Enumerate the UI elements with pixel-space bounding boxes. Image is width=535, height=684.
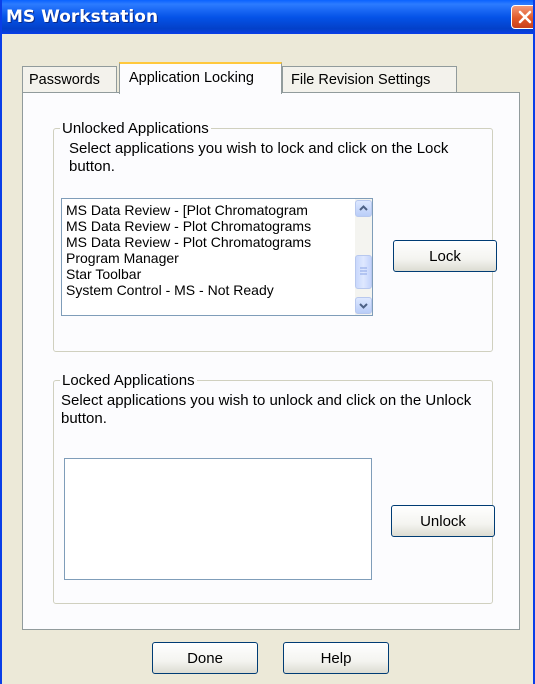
tab-passwords-label: Passwords [29, 72, 100, 88]
help-button[interactable]: Help [283, 642, 389, 674]
list-item[interactable]: Program Manager [62, 250, 372, 266]
tab-panel: Unlocked Applications Select application… [22, 92, 520, 630]
dialog-window: MS Workstation Passwords Application Loc… [0, 0, 535, 684]
title-bar[interactable]: MS Workstation [2, 0, 533, 34]
chevron-up-icon [359, 205, 368, 211]
list-item[interactable]: MS Data Review - Plot Chromatograms [62, 218, 372, 234]
list-item[interactable]: MS Data Review - Plot Chromatograms [62, 234, 372, 250]
locked-applications-list[interactable] [64, 458, 372, 580]
scroll-down-button[interactable] [355, 297, 372, 314]
locked-applications-legend: Locked Applications [62, 372, 195, 389]
unlock-button[interactable]: Unlock [391, 505, 495, 537]
lock-button[interactable]: Lock [393, 240, 497, 272]
locked-description: Select applications you wish to unlock a… [61, 392, 472, 427]
scroll-thumb[interactable] [355, 255, 372, 289]
vertical-scrollbar[interactable] [355, 199, 372, 315]
close-icon [518, 10, 532, 24]
done-button[interactable]: Done [152, 642, 258, 674]
scroll-up-button[interactable] [355, 200, 372, 217]
unlocked-description: Select applications you wish to lock and… [69, 140, 449, 175]
window-title: MS Workstation [6, 7, 159, 27]
unlocked-applications-list[interactable]: MS Data Review - [Plot Chromatogram MS D… [61, 198, 373, 316]
unlocked-applications-legend: Unlocked Applications [62, 120, 209, 137]
tab-file-revision-settings-label: File Revision Settings [291, 72, 431, 88]
tab-file-revision-settings[interactable]: File Revision Settings [282, 66, 457, 93]
grip-icon [360, 267, 367, 275]
list-item[interactable]: System Control - MS - Not Ready [62, 282, 372, 298]
tab-application-locking-label: Application Locking [129, 70, 254, 86]
tab-application-locking[interactable]: Application Locking [119, 62, 282, 94]
close-button[interactable] [511, 5, 533, 29]
chevron-down-icon [359, 303, 368, 309]
tab-passwords[interactable]: Passwords [22, 66, 117, 93]
list-item[interactable]: MS Data Review - [Plot Chromatogram [62, 202, 372, 218]
list-item[interactable]: Star Toolbar [62, 266, 372, 282]
